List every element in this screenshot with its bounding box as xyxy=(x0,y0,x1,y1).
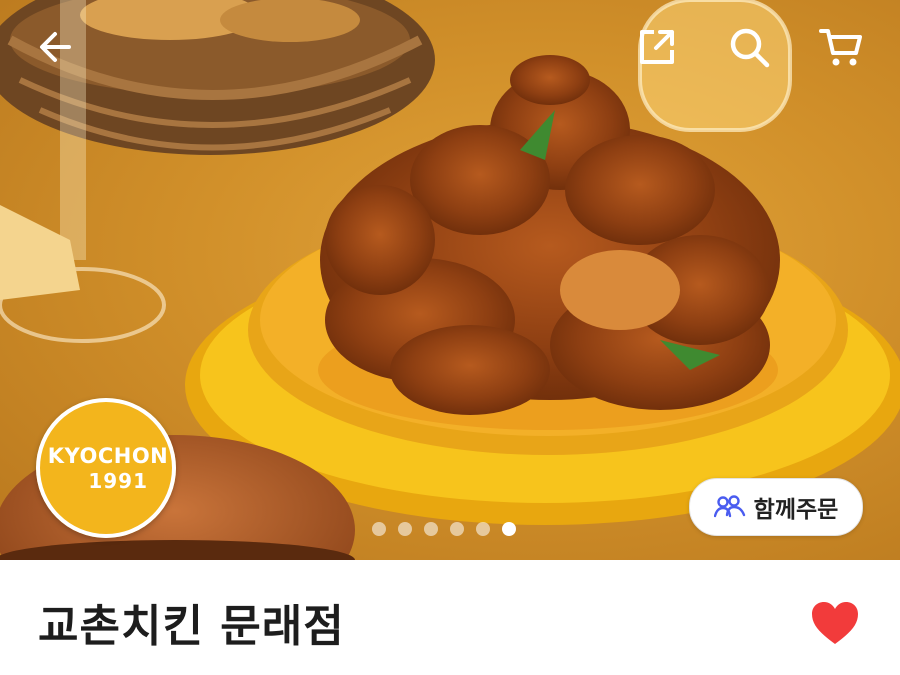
carousel-dot[interactable] xyxy=(398,522,412,536)
carousel-dot[interactable] xyxy=(424,522,438,536)
group-order-button[interactable]: 함께주문 xyxy=(689,478,863,536)
carousel-indicator xyxy=(372,522,516,536)
brand-logo: KYOCHON 1991 xyxy=(36,398,176,538)
store-info: 교촌치킨 문래점 xyxy=(0,560,900,675)
search-button[interactable] xyxy=(726,24,772,70)
search-icon xyxy=(730,28,770,68)
share-icon xyxy=(640,30,674,64)
group-order-label: 함께주문 xyxy=(753,497,839,523)
arrow-left-icon xyxy=(40,32,71,62)
carousel-dot[interactable] xyxy=(476,522,490,536)
back-button[interactable] xyxy=(32,24,78,70)
heart-icon xyxy=(812,602,858,644)
carousel-dot[interactable] xyxy=(372,522,386,536)
cart-icon xyxy=(819,29,862,66)
carousel-dot[interactable] xyxy=(502,522,516,536)
group-users-icon xyxy=(713,495,745,518)
carousel-dot[interactable] xyxy=(450,522,464,536)
store-name: 교촌치킨 문래점 xyxy=(38,601,345,652)
share-button[interactable] xyxy=(634,24,680,70)
logo-year: 1991 xyxy=(88,468,148,493)
hero-banner[interactable]: KYOCHON 1991 함께주문 xyxy=(0,0,900,560)
cart-button[interactable] xyxy=(818,24,864,70)
favorite-button[interactable] xyxy=(810,600,860,646)
logo-text: KYOCHON xyxy=(47,443,169,468)
